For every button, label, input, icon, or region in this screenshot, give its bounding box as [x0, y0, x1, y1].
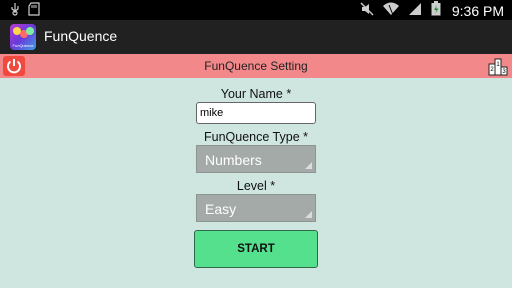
usb-icon — [10, 2, 20, 20]
type-label: FunQuence Type * — [203, 130, 308, 144]
setting-title: FunQuence Setting — [204, 59, 308, 73]
app-logo-text: FunQuence — [12, 43, 34, 48]
leaderboard-button[interactable]: 1 2 3 — [488, 56, 508, 76]
podium-icon: 1 2 3 — [488, 58, 508, 76]
wifi-icon — [382, 2, 399, 20]
app-logo-icon: FunQuence — [10, 24, 36, 50]
action-bar: FunQuence FunQuence — [0, 20, 512, 54]
level-select[interactable]: Easy — [196, 194, 316, 222]
status-time: 9:36 PM — [451, 2, 504, 19]
power-button[interactable] — [3, 56, 25, 76]
app-title: FunQuence — [44, 28, 118, 44]
name-input[interactable] — [196, 102, 316, 124]
type-select-value: Numbers — [205, 152, 262, 168]
dropdown-arrow-icon — [305, 211, 312, 218]
signal-icon — [408, 2, 422, 20]
power-icon — [7, 59, 21, 74]
level-select-value: Easy — [205, 201, 237, 217]
sd-card-icon — [28, 2, 40, 20]
status-left — [10, 2, 40, 20]
battery-charging-icon — [431, 1, 441, 20]
setting-bar: FunQuence Setting 1 2 3 — [0, 54, 512, 78]
type-select[interactable]: Numbers — [196, 145, 316, 173]
status-right: 9:36 PM — [360, 1, 504, 20]
status-bar: 9:36 PM — [0, 0, 512, 20]
mute-icon — [360, 2, 374, 20]
level-label: Level * — [236, 179, 276, 193]
start-button[interactable]: START — [194, 230, 318, 268]
dropdown-arrow-icon — [305, 162, 312, 169]
settings-form: Your Name * FunQuence Type * Numbers Lev… — [0, 78, 512, 288]
name-label: Your Name * — [220, 87, 292, 101]
